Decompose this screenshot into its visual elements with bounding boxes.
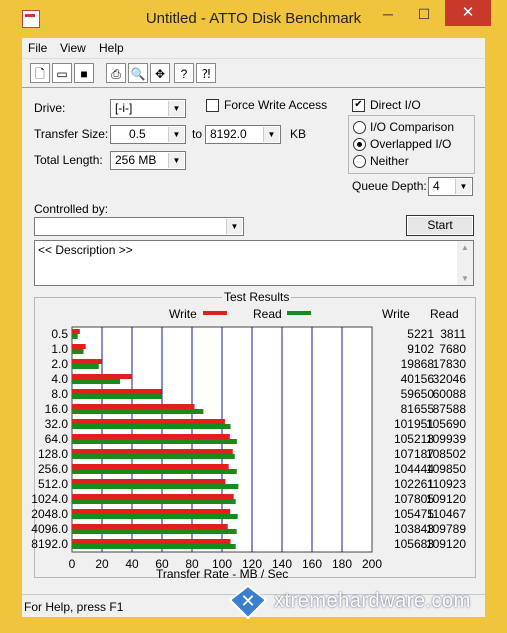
- write-value: 40156: [401, 372, 435, 386]
- write-bar: [72, 494, 234, 499]
- write-value: 19868: [401, 357, 435, 371]
- x-tick-label: 0: [69, 557, 76, 571]
- title-bar[interactable]: Untitled - ATTO Disk Benchmark ─ ☐ ✕: [0, 0, 507, 37]
- category-label: 128.0: [38, 447, 68, 461]
- write-bar: [72, 389, 162, 394]
- write-bar: [72, 329, 80, 334]
- save-icon[interactable]: ■: [74, 63, 94, 83]
- category-label: 4096.0: [31, 522, 68, 536]
- category-label: 256.0: [38, 462, 68, 476]
- category-label: 1.0: [51, 342, 68, 356]
- status-text: For Help, press F1: [24, 600, 124, 614]
- read-value: 7680: [439, 342, 466, 356]
- help-icon[interactable]: ?: [174, 63, 194, 83]
- write-value: 59650: [401, 387, 435, 401]
- print-preview-icon[interactable]: 🔍: [128, 63, 148, 83]
- read-bar: [72, 439, 237, 444]
- main-panel: Drive: [-i-] ▼ Force Write Access Transf…: [22, 87, 485, 594]
- category-label: 4.0: [51, 372, 68, 386]
- category-label: 8.0: [51, 387, 68, 401]
- write-bar: [72, 344, 86, 349]
- read-bar: [72, 409, 204, 414]
- read-value: 110923: [427, 477, 466, 491]
- read-value: 108502: [426, 447, 466, 461]
- read-bar: [72, 529, 237, 534]
- watermark: ✕ xtremehardware.com: [226, 582, 476, 624]
- watermark-text: xtremehardware.com: [274, 590, 471, 612]
- write-bar: [72, 419, 225, 424]
- read-bar: [72, 499, 236, 504]
- write-bar: [72, 374, 133, 379]
- context-help-icon[interactable]: ⁈: [196, 63, 216, 83]
- menu-bar: File View Help: [22, 38, 485, 58]
- read-value: 109120: [426, 537, 466, 551]
- x-tick-label: 180: [332, 557, 352, 571]
- read-bar: [72, 469, 237, 474]
- open-folder-icon[interactable]: ▭: [52, 63, 72, 83]
- category-label: 32.0: [45, 417, 69, 431]
- write-bar: [72, 404, 195, 409]
- read-value: 109850: [426, 462, 466, 476]
- print-icon[interactable]: ⎙: [106, 63, 126, 83]
- write-value: 5221: [407, 327, 434, 341]
- read-value: 110467: [427, 507, 466, 521]
- category-label: 16.0: [45, 402, 69, 416]
- write-bar: [72, 434, 230, 439]
- write-bar: [72, 449, 233, 454]
- x-tick-label: 40: [125, 557, 139, 571]
- category-label: 8192.0: [31, 537, 68, 551]
- close-button[interactable]: ✕: [445, 0, 491, 26]
- write-bar: [72, 464, 229, 469]
- read-value: 32046: [433, 372, 467, 386]
- category-label: 2.0: [51, 357, 68, 371]
- read-bar: [72, 379, 121, 384]
- read-bar: [72, 334, 78, 339]
- svg-text:✕: ✕: [240, 591, 255, 611]
- read-bar: [72, 514, 238, 519]
- write-value: 81655: [401, 402, 435, 416]
- menu-view[interactable]: View: [60, 41, 86, 55]
- minimize-button[interactable]: ─: [372, 3, 404, 25]
- x-tick-label: 20: [95, 557, 109, 571]
- read-bar: [72, 364, 99, 369]
- read-value: 60088: [433, 387, 467, 401]
- read-bar: [72, 424, 231, 429]
- read-value: 87588: [433, 402, 467, 416]
- write-bar: [72, 539, 231, 544]
- write-bar: [72, 359, 102, 364]
- menu-help[interactable]: Help: [99, 41, 124, 55]
- app-window: Untitled - ATTO Disk Benchmark ─ ☐ ✕ Fil…: [0, 0, 507, 633]
- write-bar: [72, 509, 231, 514]
- maximize-button[interactable]: ☐: [408, 3, 440, 25]
- move-icon[interactable]: ✥: [150, 63, 170, 83]
- read-bar: [72, 349, 84, 354]
- results-chart: 0 20 40 60 80 100 120 140 160 180 2000.5 5221 38111.…: [31, 326, 467, 571]
- read-bar: [72, 484, 239, 489]
- watermark-logo-icon: ✕: [228, 584, 268, 620]
- read-value: 109789: [426, 522, 466, 536]
- read-bar: [72, 394, 163, 399]
- read-value: 109120: [426, 492, 466, 506]
- category-label: 64.0: [45, 432, 69, 446]
- read-bar: [72, 544, 236, 549]
- x-axis-label: Transfer Rate - MB / Sec: [156, 567, 289, 581]
- x-tick-label: 160: [302, 557, 322, 571]
- read-bar: [72, 454, 235, 459]
- read-value: 109939: [426, 432, 466, 446]
- read-value: 3811: [440, 327, 466, 341]
- write-bar: [72, 479, 226, 484]
- toolbar: 🗋 ▭ ■ ⎙ 🔍 ✥ ? ⁈: [22, 58, 485, 87]
- category-label: 0.5: [51, 327, 68, 341]
- category-label: 512.0: [38, 477, 68, 491]
- new-file-icon[interactable]: 🗋: [30, 63, 50, 83]
- menu-file[interactable]: File: [28, 41, 47, 55]
- read-value: 17830: [433, 357, 467, 371]
- write-value: 9102: [407, 342, 434, 356]
- write-bar: [72, 524, 228, 529]
- x-tick-label: 200: [362, 557, 382, 571]
- category-label: 1024.0: [31, 492, 68, 506]
- read-value: 105690: [426, 417, 466, 431]
- category-label: 2048.0: [31, 507, 68, 521]
